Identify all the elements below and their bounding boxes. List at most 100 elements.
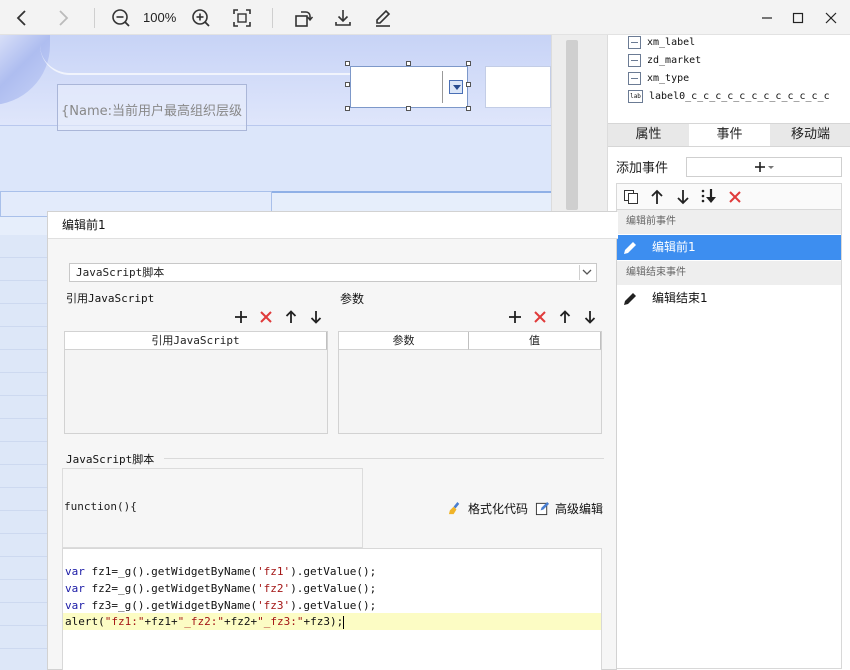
section-divider xyxy=(164,458,604,459)
dropdown-arrow-icon[interactable] xyxy=(449,80,463,94)
tree-item[interactable]: zd_market xyxy=(628,52,701,68)
resize-handle[interactable] xyxy=(345,82,350,87)
tab-events[interactable]: 事件 xyxy=(689,124,770,146)
advanced-edit-label: 高级编辑 xyxy=(555,502,604,516)
add-icon[interactable] xyxy=(506,308,524,326)
tree-item-label: xm_label xyxy=(647,36,696,48)
broom-icon xyxy=(448,501,460,515)
event-item-label: 编辑结束1 xyxy=(652,291,708,305)
resize-handle[interactable] xyxy=(466,106,471,111)
zoom-level: 100% xyxy=(143,10,177,25)
event-toolbar xyxy=(616,183,842,209)
ref-js-table[interactable]: 引用JavaScript xyxy=(64,331,328,434)
pencil-icon xyxy=(624,293,636,305)
label-widget-text: {Name:当前用户最高组织层级 xyxy=(61,104,243,119)
scrollbar-thumb[interactable] xyxy=(566,40,578,210)
text-cursor xyxy=(343,615,345,629)
move-down-icon[interactable] xyxy=(307,308,325,326)
text-widget[interactable] xyxy=(485,66,551,108)
label-widget[interactable]: {Name:当前用户最高组织层级 xyxy=(57,84,247,131)
tab-mobile[interactable]: 移动端 xyxy=(770,124,850,146)
tree-item-label: label0_c_c_c_c_c_c_c_c_c_c_c_c xyxy=(649,90,830,102)
event-item-label: 编辑前1 xyxy=(652,240,696,254)
code-line: var fz3=_g().getWidgetByName('fz3').getV… xyxy=(65,599,377,612)
code-line-current: alert("fz1:"+fz1+"_fz2:"+fz2+"_fz3:"+fz3… xyxy=(63,613,601,630)
event-item-end-edit[interactable]: 编辑结束1 xyxy=(617,286,841,311)
fit-screen-icon[interactable] xyxy=(229,5,255,31)
delete-icon[interactable] xyxy=(257,308,275,326)
delete-icon[interactable] xyxy=(531,308,549,326)
copy-icon[interactable] xyxy=(620,186,642,208)
param-name-header: 参数 xyxy=(339,332,469,350)
toolbar-divider xyxy=(94,8,95,28)
tree-item[interactable]: xm_type xyxy=(628,70,689,86)
tab-properties[interactable]: 属性 xyxy=(608,124,689,146)
maximize-icon[interactable] xyxy=(786,6,810,30)
move-up-icon[interactable] xyxy=(556,308,574,326)
add-icon[interactable] xyxy=(232,308,250,326)
tree-item-label: zd_market xyxy=(647,54,702,66)
advanced-edit-button[interactable]: 高级编辑 xyxy=(535,500,603,517)
resize-handle[interactable] xyxy=(466,61,471,66)
resize-handle[interactable] xyxy=(406,61,411,66)
combo-widget[interactable] xyxy=(350,66,468,108)
forward-arrow-icon[interactable] xyxy=(50,5,76,31)
param-value-header: 值 xyxy=(469,332,601,350)
widget-icon xyxy=(628,53,641,67)
event-group-header: 编辑前事件 xyxy=(617,210,841,234)
code-line: var fz1=_g().getWidgetByName('fz1').getV… xyxy=(65,565,377,578)
pencil-icon xyxy=(624,242,636,254)
edit-pen-icon[interactable] xyxy=(370,5,396,31)
zoom-in-icon[interactable] xyxy=(188,5,214,31)
rotate-icon[interactable] xyxy=(290,5,316,31)
script-type-select[interactable]: JavaScript脚本 xyxy=(69,263,597,282)
resize-handle[interactable] xyxy=(345,61,350,66)
resize-handle[interactable] xyxy=(466,82,471,87)
event-group-header: 编辑结束事件 xyxy=(617,261,841,285)
chevron-down-icon[interactable] xyxy=(579,265,594,280)
move-up-icon[interactable] xyxy=(646,186,668,208)
widget-icon xyxy=(628,35,641,49)
resize-handle[interactable] xyxy=(345,106,350,111)
ref-js-table-header: 引用JavaScript xyxy=(65,332,327,350)
top-toolbar: 100% xyxy=(0,0,850,35)
canvas-report-grid xyxy=(0,235,48,670)
format-code-button[interactable]: 格式化代码 xyxy=(448,500,528,517)
add-event-label: 添加事件 xyxy=(616,161,669,176)
widget-icon xyxy=(628,71,641,85)
toolbar-divider xyxy=(272,8,273,28)
code-line: var fz2=_g().getWidgetByName('fz2').getV… xyxy=(65,582,377,595)
resize-handle[interactable] xyxy=(406,106,411,111)
download-icon[interactable] xyxy=(330,5,356,31)
ref-js-label: 引用JavaScript xyxy=(66,292,155,305)
panel-tabs: 属性 事件 移动端 xyxy=(608,123,850,147)
edit-event-dialog: 编辑前1 JavaScript脚本 引用JavaScript 参数 引用Java… xyxy=(47,211,618,670)
event-list: 编辑前事件 编辑前1 编辑结束事件 编辑结束1 xyxy=(616,209,842,669)
tree-item-label: xm_type xyxy=(647,72,690,84)
event-item-before-edit[interactable]: 编辑前1 xyxy=(617,235,841,260)
back-arrow-icon[interactable] xyxy=(9,5,35,31)
delete-icon[interactable] xyxy=(724,186,746,208)
dialog-body: JavaScript脚本 引用JavaScript 参数 引用JavaScrip… xyxy=(48,239,618,670)
move-up-icon[interactable] xyxy=(282,308,300,326)
script-section-label: JavaScript脚本 xyxy=(66,453,155,466)
dialog-title: 编辑前1 xyxy=(48,212,618,239)
params-label: 参数 xyxy=(340,292,365,306)
tree-item[interactable]: lab label0_c_c_c_c_c_c_c_c_c_c_c_c xyxy=(628,88,830,104)
move-bottom-icon[interactable] xyxy=(698,186,720,208)
label-widget-icon: lab xyxy=(628,89,643,103)
move-down-icon[interactable] xyxy=(581,308,599,326)
params-table[interactable]: 参数 值 xyxy=(338,331,602,434)
close-icon[interactable] xyxy=(819,6,843,30)
script-type-value: JavaScript脚本 xyxy=(76,266,165,279)
advanced-edit-icon xyxy=(535,501,550,516)
tree-item[interactable]: xm_label xyxy=(628,34,695,50)
add-event-dropdown[interactable] xyxy=(686,157,842,177)
zoom-out-icon[interactable] xyxy=(108,5,134,31)
format-code-label: 格式化代码 xyxy=(468,502,529,516)
function-signature: function(){ xyxy=(64,500,137,513)
code-editor[interactable]: var fz1=_g().getWidgetByName('fz1').getV… xyxy=(62,548,602,670)
move-down-icon[interactable] xyxy=(672,186,694,208)
combo-divider xyxy=(442,71,443,103)
minimize-icon[interactable] xyxy=(755,6,779,30)
